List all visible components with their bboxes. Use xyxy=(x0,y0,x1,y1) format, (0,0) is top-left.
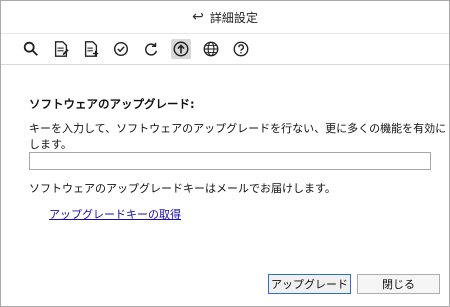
settings-window: ↩ 詳細設定 ソフトウェアのアップグレード: キーを入力して、ソフトウェアのアッ… xyxy=(0,0,450,307)
get-upgrade-key-link[interactable]: アップグレードキーの取得 xyxy=(49,206,181,222)
upgrade-icon[interactable] xyxy=(171,39,191,59)
search-icon[interactable] xyxy=(21,39,41,59)
window-title: 詳細設定 xyxy=(209,10,258,25)
back-icon[interactable]: ↩ xyxy=(192,9,204,25)
description-text: キーを入力して、ソフトウェアのアップグレードを行ない、更に多くの機能を有効にしま… xyxy=(29,122,447,151)
globe-icon[interactable] xyxy=(201,39,221,59)
refresh-icon[interactable] xyxy=(141,39,161,59)
upgrade-panel: ソフトウェアのアップグレード: キーを入力して、ソフトウェアのアップグレードを行… xyxy=(1,65,449,306)
help-icon[interactable] xyxy=(231,39,251,59)
add-document-icon[interactable] xyxy=(81,39,101,59)
upgrade-key-input[interactable] xyxy=(29,152,431,170)
upgrade-button[interactable]: アップグレード xyxy=(268,274,351,294)
close-button[interactable]: 閉じる xyxy=(357,274,440,294)
info-text: ソフトウェアのアップグレードキーはメールでお届けします。 xyxy=(29,182,336,195)
title-bar: ↩ 詳細設定 xyxy=(1,1,449,34)
toolbar xyxy=(1,34,449,65)
edit-document-icon[interactable] xyxy=(51,39,71,59)
check-circle-icon[interactable] xyxy=(111,39,131,59)
section-title: ソフトウェアのアップグレード: xyxy=(29,97,195,111)
